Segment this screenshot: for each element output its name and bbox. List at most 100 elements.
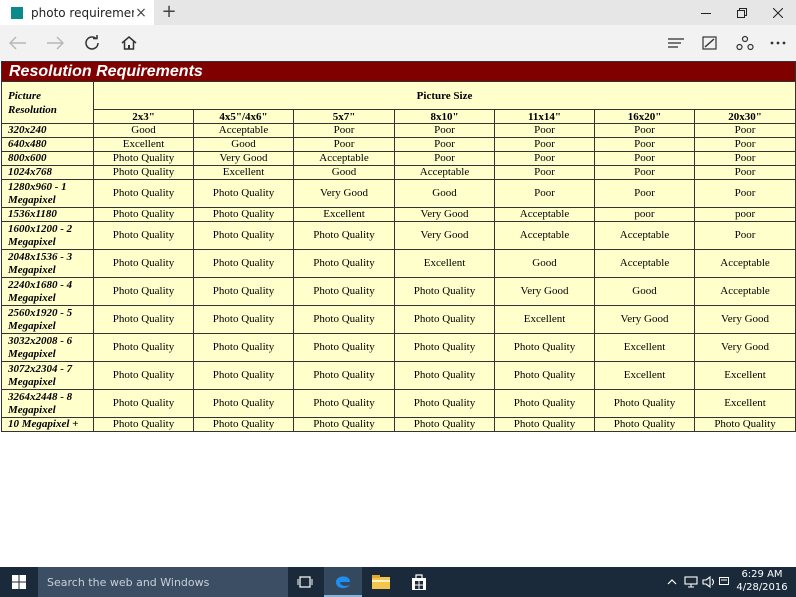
quality-cell: Acceptable (494, 207, 595, 222)
back-button[interactable] (6, 32, 30, 54)
size-column-header: 8x10" (394, 109, 495, 124)
resolution-table: Resolution Requirements Picture Resoluti… (0, 61, 796, 432)
store-button[interactable] (400, 567, 438, 597)
quality-cell: Good (594, 277, 695, 306)
quality-cell: Excellent (594, 333, 695, 362)
resolution-cell: 2560x1920 - 5 Megapixel (1, 305, 94, 334)
quality-cell: Photo Quality (93, 165, 194, 180)
quality-cell: Very Good (193, 151, 294, 166)
corner-label-line1: Picture (8, 89, 41, 102)
quality-cell: Photo Quality (494, 417, 595, 432)
refresh-button[interactable] (80, 32, 104, 54)
browser-tab[interactable]: photo requirement × (0, 0, 154, 25)
web-note-button[interactable] (698, 32, 722, 54)
quality-cell: Photo Quality (594, 389, 695, 418)
table-row: 640x480 Excellent Good Poor Poor Poor Poor Poor (1, 137, 796, 152)
taskbar: Search the web and Windows 6:29 AM 4/28/… (0, 567, 796, 597)
store-icon (412, 574, 426, 590)
minimize-button[interactable] (688, 0, 724, 25)
quality-cell: Poor (693, 137, 796, 152)
quality-cell: Excellent (594, 361, 695, 390)
file-explorer-button[interactable] (362, 567, 400, 597)
quality-cell: Photo Quality (93, 179, 194, 208)
quality-cell: Poor (594, 165, 695, 180)
resolution-cell: 10 Megapixel + (1, 417, 94, 432)
share-button[interactable] (733, 32, 757, 54)
quality-cell: Photo Quality (293, 221, 395, 250)
quality-cell: Poor (494, 151, 595, 166)
quality-cell: Very Good (594, 305, 695, 334)
quality-cell: Excellent (693, 361, 796, 390)
quality-cell: Photo Quality (193, 361, 294, 390)
resolution-cell: 1024x768 (1, 165, 94, 180)
quality-cell: Good (193, 137, 294, 152)
quality-cell: Excellent (293, 207, 395, 222)
resolution-cell: 800x600 (1, 151, 94, 166)
tab-close-button[interactable]: × (134, 6, 148, 20)
quality-cell: Photo Quality (394, 277, 495, 306)
quality-cell: Poor (494, 165, 595, 180)
quality-cell: Poor (494, 123, 595, 138)
quality-cell: Very Good (293, 179, 395, 208)
web-note-icon (702, 36, 717, 50)
taskbar-search-box[interactable]: Search the web and Windows (38, 567, 288, 597)
forward-arrow-icon (47, 36, 64, 50)
quality-cell: Poor (594, 179, 695, 208)
table-title: Resolution Requirements (0, 61, 796, 82)
refresh-icon (85, 35, 99, 50)
quality-cell: poor (693, 207, 796, 222)
table-row: 2560x1920 - 5 Megapixel Photo Quality Phot… (1, 305, 796, 334)
restore-button[interactable] (724, 0, 760, 25)
quality-cell: Photo Quality (293, 277, 395, 306)
quality-cell: Photo Quality (293, 333, 395, 362)
size-column-header: 2x3" (93, 109, 194, 124)
quality-cell: Photo Quality (193, 389, 294, 418)
network-button[interactable] (682, 567, 700, 597)
volume-button[interactable] (700, 567, 718, 597)
size-column-header: 16x20" (594, 109, 695, 124)
new-tab-button[interactable]: + (160, 3, 178, 21)
quality-cell: Photo Quality (293, 389, 395, 418)
table-row: 3264x2448 - 8 Megapixel Photo Quality Phot… (1, 389, 796, 418)
quality-cell: Good (394, 179, 495, 208)
share-icon (736, 35, 754, 51)
quality-cell: Acceptable (693, 277, 796, 306)
quality-cell: Excellent (93, 137, 194, 152)
search-placeholder: Search the web and Windows (47, 575, 210, 589)
taskbar-clock[interactable]: 6:29 AM 4/28/2016 (728, 568, 796, 596)
home-button[interactable] (117, 32, 141, 54)
more-actions-button[interactable] (766, 32, 790, 54)
quality-cell: Photo Quality (594, 417, 695, 432)
quality-cell: Photo Quality (193, 249, 294, 278)
quality-cell: Acceptable (594, 249, 695, 278)
hub-button[interactable] (664, 32, 688, 54)
show-hidden-icons-button[interactable] (664, 567, 680, 597)
size-column-header: 5x7" (293, 109, 395, 124)
close-window-button[interactable] (760, 0, 796, 25)
quality-cell: Acceptable (193, 123, 294, 138)
hub-icon (668, 38, 684, 48)
quality-cell: Poor (693, 165, 796, 180)
close-icon (773, 7, 783, 18)
quality-cell: Poor (693, 221, 796, 250)
quality-cell: Poor (594, 123, 695, 138)
table-row: 1280x960 - 1 Megapixel Photo Quality Photo… (1, 179, 796, 208)
task-view-button[interactable] (286, 567, 324, 597)
quality-cell: Acceptable (693, 249, 796, 278)
quality-cell: Poor (693, 179, 796, 208)
forward-button[interactable] (43, 32, 67, 54)
quality-cell: Good (93, 123, 194, 138)
chevron-up-icon (667, 579, 677, 585)
quality-cell: Photo Quality (93, 207, 194, 222)
quality-cell: Photo Quality (193, 333, 294, 362)
edge-taskbar-button[interactable] (324, 567, 362, 597)
table-row: 3072x2304 - 7 Megapixel Photo Quality Phot… (1, 361, 796, 390)
quality-cell: Photo Quality (93, 417, 194, 432)
quality-cell: Photo Quality (193, 277, 294, 306)
quality-cell: Good (293, 165, 395, 180)
start-button[interactable] (0, 567, 38, 597)
resolution-cell: 640x480 (1, 137, 94, 152)
table-row: 3032x2008 - 6 Megapixel Photo Quality Phot… (1, 333, 796, 362)
quality-cell: Excellent (693, 389, 796, 418)
quality-cell: Good (494, 249, 595, 278)
